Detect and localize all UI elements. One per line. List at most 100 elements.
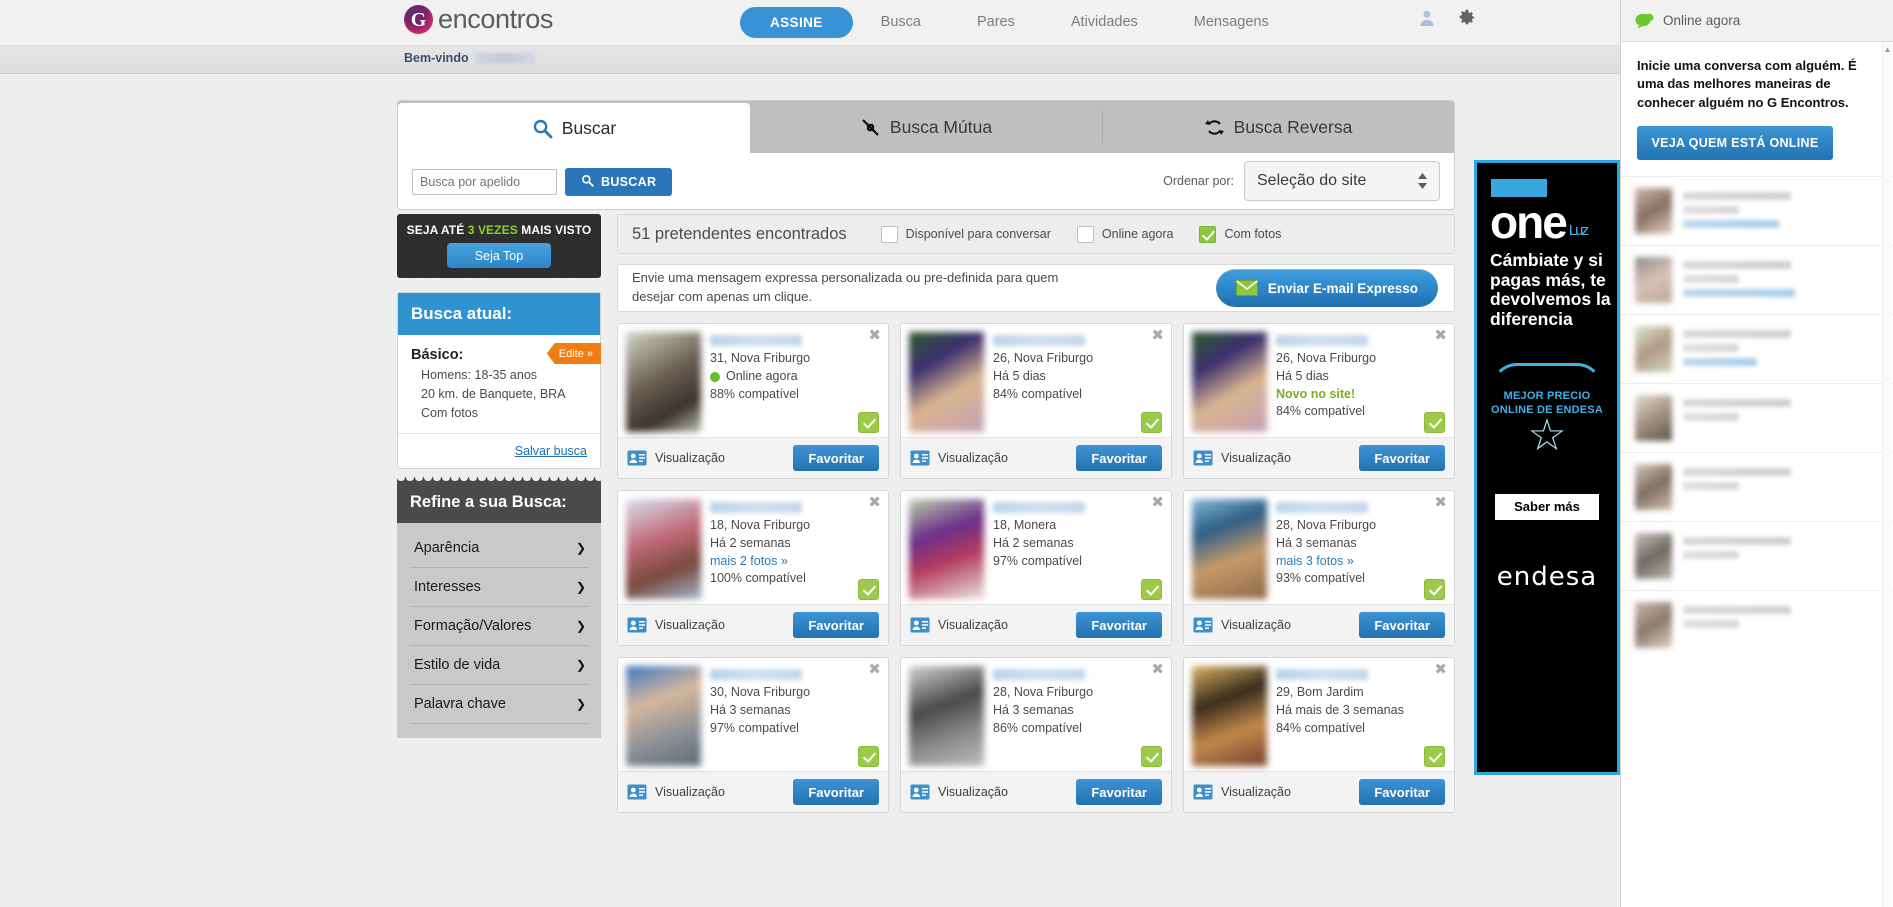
favorite-button[interactable]: Favoritar (1076, 612, 1162, 638)
tab-busca-reversa[interactable]: Busca Reversa (1102, 101, 1454, 153)
redacted-profile-name[interactable] (993, 669, 1085, 680)
chat-list-item[interactable] (1621, 590, 1893, 659)
favorite-button[interactable]: Favoritar (1359, 779, 1445, 805)
favorite-button[interactable]: Favoritar (793, 612, 879, 638)
compatible-check-icon[interactable] (1141, 412, 1162, 433)
refine-item-formacao-valores[interactable]: Formação/Valores ❯ (410, 607, 588, 646)
view-profile-action[interactable]: Visualização (1193, 784, 1291, 800)
order-select[interactable]: Seleção do site (1244, 161, 1440, 201)
person-icon[interactable] (1418, 9, 1436, 27)
profile-card[interactable]: ✖ 28, Nova Friburgo Há 3 semanas mais 3 … (1183, 490, 1455, 646)
favorite-button[interactable]: Favoritar (793, 445, 879, 471)
refine-item-interesses[interactable]: Interesses ❯ (410, 568, 588, 607)
checkbox-icon[interactable] (1076, 225, 1094, 243)
nav-item-atividades[interactable]: Atividades (1043, 6, 1166, 38)
chat-list-item[interactable] (1621, 383, 1893, 452)
favorite-button[interactable]: Favoritar (1076, 445, 1162, 471)
chat-list-item[interactable] (1621, 245, 1893, 314)
avatar[interactable] (1635, 326, 1672, 373)
nav-subscribe-button[interactable]: ASSINE (740, 6, 853, 38)
filter-online-agora[interactable]: Online agora (1076, 225, 1173, 243)
nav-item-pares[interactable]: Pares (949, 6, 1043, 38)
close-icon[interactable]: ✖ (1151, 662, 1164, 677)
site-logo[interactable]: G encontros (404, 4, 553, 35)
close-icon[interactable]: ✖ (1151, 328, 1164, 343)
redacted-profile-name[interactable] (1276, 669, 1368, 680)
view-profile-action[interactable]: Visualização (627, 450, 725, 466)
view-profile-action[interactable]: Visualização (627, 617, 725, 633)
close-icon[interactable]: ✖ (868, 662, 881, 677)
more-photos-link[interactable]: mais 3 fotos » (1276, 553, 1446, 571)
ad-learn-more-button[interactable]: Saber más (1495, 493, 1599, 520)
profile-photo[interactable] (909, 499, 984, 599)
search-input[interactable] (412, 168, 557, 195)
avatar[interactable] (1635, 602, 1672, 649)
favorite-button[interactable]: Favoritar (1359, 612, 1445, 638)
filter-disponivel-para-conversar[interactable]: Disponível para conversar (880, 225, 1051, 243)
nav-item-busca[interactable]: Busca (853, 6, 949, 38)
close-icon[interactable]: ✖ (1434, 495, 1447, 510)
avatar[interactable] (1635, 188, 1672, 235)
chat-scrollbar[interactable]: ▲ (1882, 42, 1892, 907)
nav-item-mensagens[interactable]: Mensagens (1166, 6, 1297, 38)
chat-list-item[interactable] (1621, 452, 1893, 521)
profile-photo[interactable] (1192, 332, 1267, 432)
profile-photo[interactable] (1192, 499, 1267, 599)
checkbox-checked-icon[interactable] (1199, 225, 1217, 243)
refine-item-aparencia[interactable]: Aparência ❯ (410, 529, 588, 568)
edit-search-button[interactable]: Edite » (546, 343, 601, 364)
redacted-profile-name[interactable] (993, 502, 1085, 513)
compatible-check-icon[interactable] (1424, 746, 1445, 767)
profile-card[interactable]: ✖ 31, Nova Friburgo Online agora 88% com… (617, 323, 889, 479)
view-profile-action[interactable]: Visualização (910, 784, 1008, 800)
avatar[interactable] (1635, 533, 1672, 580)
tab-busca-mutua[interactable]: Busca Mútua (750, 101, 1102, 153)
avatar[interactable] (1635, 395, 1672, 442)
view-profile-action[interactable]: Visualização (1193, 617, 1291, 633)
profile-photo[interactable] (626, 666, 701, 766)
compatible-check-icon[interactable] (1141, 746, 1162, 767)
profile-card[interactable]: ✖ 28, Nova Friburgo Há 3 semanas 86% com… (900, 657, 1172, 813)
profile-photo[interactable] (626, 332, 701, 432)
close-icon[interactable]: ✖ (1434, 662, 1447, 677)
see-who-is-online-button[interactable]: VEJA QUEM ESTÁ ONLINE (1637, 126, 1833, 161)
search-submit-button[interactable]: BUSCAR (565, 167, 673, 196)
chat-list-item[interactable] (1621, 176, 1893, 245)
profile-photo[interactable] (626, 499, 701, 599)
refine-item-palavra-chave[interactable]: Palavra chave ❯ (410, 685, 588, 724)
redacted-profile-name[interactable] (710, 669, 802, 680)
view-profile-action[interactable]: Visualização (910, 450, 1008, 466)
filter-com-fotos[interactable]: Com fotos (1199, 225, 1281, 243)
close-icon[interactable]: ✖ (868, 328, 881, 343)
redacted-profile-name[interactable] (1276, 335, 1368, 346)
profile-photo[interactable] (1192, 666, 1267, 766)
advertisement-banner[interactable]: one Luz Cámbiate y si pagas más, te devo… (1474, 160, 1620, 775)
redacted-profile-name[interactable] (993, 335, 1085, 346)
view-profile-action[interactable]: Visualização (1193, 450, 1291, 466)
compatible-check-icon[interactable] (858, 746, 879, 767)
favorite-button[interactable]: Favoritar (1076, 779, 1162, 805)
profile-card[interactable]: ✖ 18, Monera Há 2 semanas 97% compatível (900, 490, 1172, 646)
redacted-profile-name[interactable] (710, 502, 802, 513)
scroll-up-arrow-icon[interactable]: ▲ (1883, 42, 1892, 54)
profile-photo[interactable] (909, 666, 984, 766)
compatible-check-icon[interactable] (1141, 579, 1162, 600)
profile-photo[interactable] (909, 332, 984, 432)
profile-card[interactable]: ✖ 26, Nova Friburgo Há 5 dias 84% compat… (900, 323, 1172, 479)
chat-list-item[interactable] (1621, 521, 1893, 590)
chat-list-item[interactable] (1621, 314, 1893, 383)
seja-top-button[interactable]: Seja Top (447, 243, 551, 268)
avatar[interactable] (1635, 464, 1672, 511)
close-icon[interactable]: ✖ (868, 495, 881, 510)
compatible-check-icon[interactable] (1424, 412, 1445, 433)
checkbox-icon[interactable] (880, 225, 898, 243)
tab-buscar[interactable]: Buscar (398, 103, 750, 153)
compatible-check-icon[interactable] (858, 579, 879, 600)
view-profile-action[interactable]: Visualização (627, 784, 725, 800)
compatible-check-icon[interactable] (858, 412, 879, 433)
profile-card[interactable]: ✖ 29, Bom Jardim Há mais de 3 semanas 84… (1183, 657, 1455, 813)
save-search-link[interactable]: Salvar busca (515, 444, 587, 458)
refine-item-estilo-de-vida[interactable]: Estilo de vida ❯ (410, 646, 588, 685)
profile-card[interactable]: ✖ 30, Nova Friburgo Há 3 semanas 97% com… (617, 657, 889, 813)
view-profile-action[interactable]: Visualização (910, 617, 1008, 633)
